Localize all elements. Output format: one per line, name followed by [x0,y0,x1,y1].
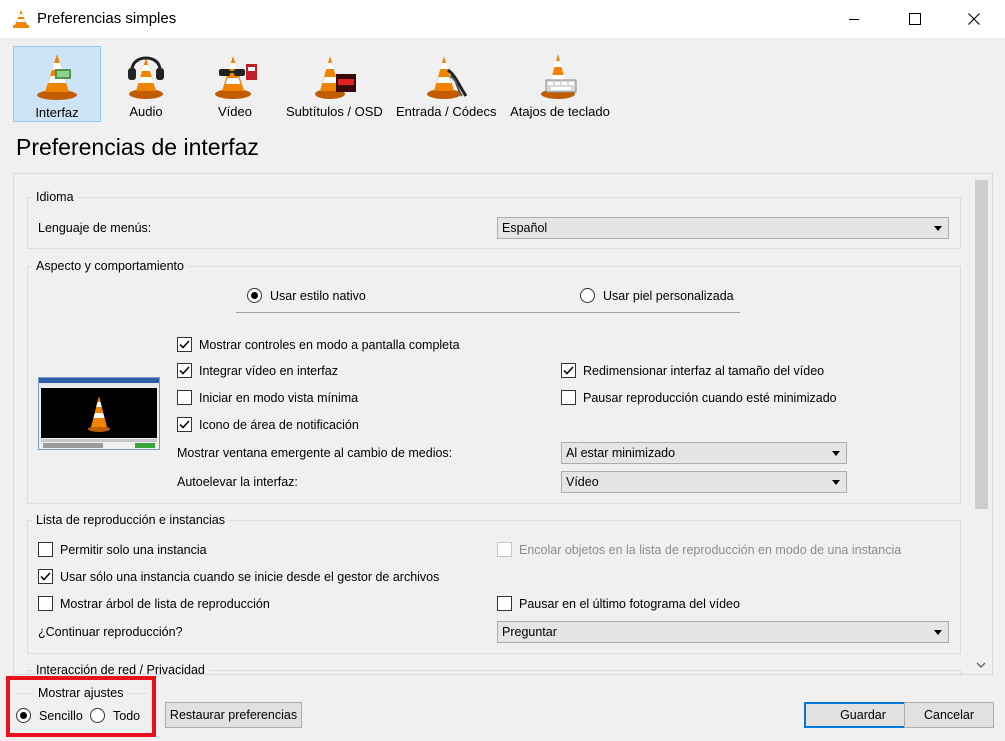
popup-label: Mostrar ventana emergente al cambio de m… [177,446,453,460]
vlc-cone-glasses-icon [215,56,257,99]
preview-volume [135,443,155,448]
vlc-cone-icon [12,9,30,29]
preview-seekbar [41,439,157,442]
menu-language-label: Lenguaje de menús: [38,221,152,235]
show-playlist-tree-checkbox[interactable] [38,596,53,611]
continue-playback-value: Preguntar [502,625,557,639]
category-atajos-teclado[interactable]: Atajos de teclado [510,46,610,122]
vlc-cone-icon [88,396,110,432]
continue-playback-label: ¿Continuar reproducción? [38,625,183,639]
one-instance-file-manager-checkbox[interactable] [38,569,53,584]
vlc-cone-cables-icon [427,56,468,99]
cancel-button[interactable]: Cancelar [904,702,994,728]
embed-video-label[interactable]: Integrar vídeo en interfaz [199,364,338,378]
checkmark-icon [179,340,190,349]
continue-playback-select[interactable]: Preguntar [497,621,949,643]
aspecto-group-title: Aspecto y comportamiento [32,259,188,273]
native-style-preview-image [38,377,160,450]
preview-controls [43,443,103,448]
category-entrada-codecs[interactable]: Entrada / Códecs [396,46,496,122]
close-button[interactable] [951,0,997,38]
raise-interface-value: Vídeo [566,475,599,489]
one-instance-label[interactable]: Permitir solo una instancia [60,543,207,557]
menu-language-value: Español [502,221,548,235]
minimal-view-label[interactable]: Iniciar en modo vista mínima [199,391,358,405]
all-mode-radio[interactable] [90,708,105,723]
show-settings-title: Mostrar ajustes [34,686,128,700]
network-group-title: Interacción de red / Privacidad [32,663,209,674]
radio-dot [20,712,27,719]
section-title: Preferencias de interfaz [16,134,259,160]
minimize-icon [849,19,859,20]
minimal-view-checkbox[interactable] [177,390,192,405]
window-title: Preferencias simples [37,10,177,27]
enqueue-one-instance-checkbox[interactable] [497,542,512,557]
systray-icon-label[interactable]: Icono de área de notificación [199,418,359,432]
pause-last-frame-checkbox[interactable] [497,596,512,611]
resize-interface-checkbox[interactable] [561,363,576,378]
raise-interface-select[interactable]: Vídeo [561,471,847,493]
enqueue-one-instance-label[interactable]: Encolar objetos en la lista de reproducc… [519,543,901,557]
chevron-down-icon [832,451,840,456]
custom-skin-radio[interactable] [580,288,595,303]
category-label: Atajos de teclado [510,104,610,119]
style-divider [236,312,740,313]
checkmark-icon [179,366,190,375]
category-label: Interfaz [35,105,79,120]
maximize-button[interactable] [892,0,938,38]
category-label: Entrada / Códecs [396,104,497,119]
vertical-scrollbar[interactable] [971,176,991,673]
show-playlist-tree-label[interactable]: Mostrar árbol de lista de reproducción [60,597,270,611]
scroll-down-icon[interactable] [976,662,986,668]
native-style-radio[interactable] [247,288,262,303]
pause-minimized-checkbox[interactable] [561,390,576,405]
playlist-group-title: Lista de reproducción e instancias [32,513,230,527]
maximize-icon [909,13,921,25]
menu-language-select[interactable]: Español [497,217,949,239]
scrollbar-thumb[interactable] [975,180,988,509]
simple-mode-radio[interactable] [16,708,31,723]
chevron-down-icon [934,226,942,231]
vlc-cone-interface-icon [37,54,77,100]
vlc-cone-display-icon [315,56,356,99]
vlc-cone-keyboard-icon [541,54,577,99]
simple-mode-label[interactable]: Sencillo [39,709,83,723]
reset-preferences-button[interactable]: Restaurar preferencias [165,702,302,728]
idioma-group-title: Idioma [32,190,78,204]
checkmark-icon [40,572,51,581]
chevron-down-icon [832,480,840,485]
pause-minimized-label[interactable]: Pausar reproducción cuando esté minimiza… [583,391,837,405]
raise-interface-label: Autoelevar la interfaz: [177,475,298,489]
one-instance-file-manager-label[interactable]: Usar sólo una instancia cuando se inicie… [60,570,439,584]
category-subtitulos-osd[interactable]: Subtítulos / OSD [286,46,383,122]
custom-skin-label[interactable]: Usar piel personalizada [603,289,734,303]
category-label: Vídeo [218,104,252,119]
fullscreen-controls-label[interactable]: Mostrar controles en modo a pantalla com… [199,338,460,352]
popup-select[interactable]: Al estar minimizado [561,442,847,464]
category-interfaz[interactable]: Interfaz [13,46,101,122]
fullscreen-controls-checkbox[interactable] [177,337,192,352]
category-label: Subtítulos / OSD [286,104,383,119]
embed-video-checkbox[interactable] [177,363,192,378]
chevron-down-icon [934,630,942,635]
category-video[interactable]: Vídeo [200,46,270,122]
one-instance-checkbox[interactable] [38,542,53,557]
vlc-cone-headphones-icon [128,56,164,99]
popup-value: Al estar minimizado [566,446,676,460]
preview-menubar [39,383,159,387]
close-icon [968,13,980,25]
checkmark-icon [179,420,190,429]
all-mode-label[interactable]: Todo [113,709,140,723]
minimize-button[interactable] [831,0,877,38]
resize-interface-label[interactable]: Redimensionar interfaz al tamaño del víd… [583,364,824,378]
category-audio[interactable]: Audio [111,46,181,122]
radio-dot [251,292,258,299]
native-style-label[interactable]: Usar estilo nativo [270,289,366,303]
systray-icon-checkbox[interactable] [177,417,192,432]
checkmark-icon [563,366,574,375]
pause-last-frame-label[interactable]: Pausar en el último fotograma del vídeo [519,597,740,611]
category-label: Audio [129,104,163,119]
aspecto-group [27,266,961,504]
